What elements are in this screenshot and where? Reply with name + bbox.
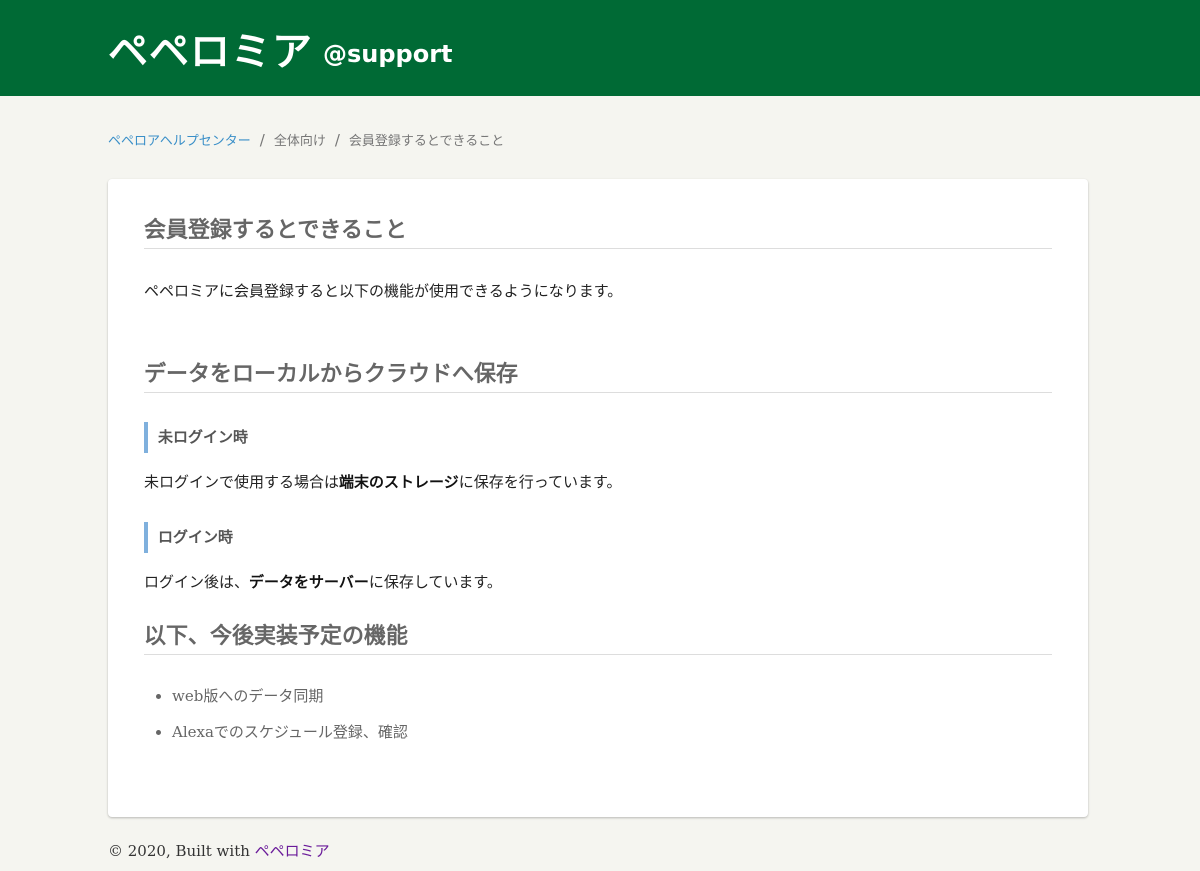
section-heading-upcoming: 以下、今後実装予定の機能 bbox=[144, 618, 1052, 655]
breadcrumb-separator: / bbox=[259, 130, 265, 149]
article-title: 会員登録するとできること bbox=[144, 212, 1052, 249]
footer-link[interactable]: ペペロミア bbox=[255, 842, 330, 860]
site-footer: © 2020, Built with ペペロミア bbox=[108, 840, 330, 861]
emphasis-server-data: データをサーバー bbox=[249, 573, 369, 591]
breadcrumb-home-link[interactable]: ペペロアヘルプセンター bbox=[108, 130, 251, 149]
list-item: Alexaでのスケジュール登録、確認 bbox=[172, 721, 1052, 742]
list-item: web版へのデータ同期 bbox=[172, 685, 1052, 706]
site-header: ペペロミア @support bbox=[0, 0, 1200, 96]
subsection-title-logged-in: ログイン時 bbox=[144, 522, 1052, 553]
breadcrumb-current: 会員登録するとできること bbox=[348, 134, 505, 149]
site-handle: @support bbox=[323, 40, 453, 68]
subsection-title-logged-out: 未ログイン時 bbox=[144, 422, 1052, 453]
footer-copyright: © 2020, Built with bbox=[108, 842, 255, 860]
upcoming-features-list: web版へのデータ同期 Alexaでのスケジュール登録、確認 bbox=[144, 685, 1052, 742]
breadcrumb: ペペロアヘルプセンター / 全体向け / 会員登録するとできること bbox=[108, 130, 505, 150]
site-brand[interactable]: ペペロミア bbox=[108, 19, 313, 77]
article-card: 会員登録するとできること ペペロミアに会員登録すると以下の機能が使用できるように… bbox=[108, 179, 1088, 817]
breadcrumb-category[interactable]: 全体向け bbox=[274, 130, 326, 149]
emphasis-device-storage: 端末のストレージ bbox=[339, 473, 459, 491]
breadcrumb-separator: / bbox=[334, 130, 340, 149]
logged-out-text: 未ログインで使用する場合は端末のストレージに保存を行っています。 bbox=[144, 473, 622, 491]
section-heading-cloud-save: データをローカルからクラウドへ保存 bbox=[144, 356, 1052, 393]
intro-text: ペペロミアに会員登録すると以下の機能が使用できるようになります。 bbox=[144, 282, 623, 300]
logged-in-text: ログイン後は、データをサーバーに保存しています。 bbox=[144, 573, 502, 591]
